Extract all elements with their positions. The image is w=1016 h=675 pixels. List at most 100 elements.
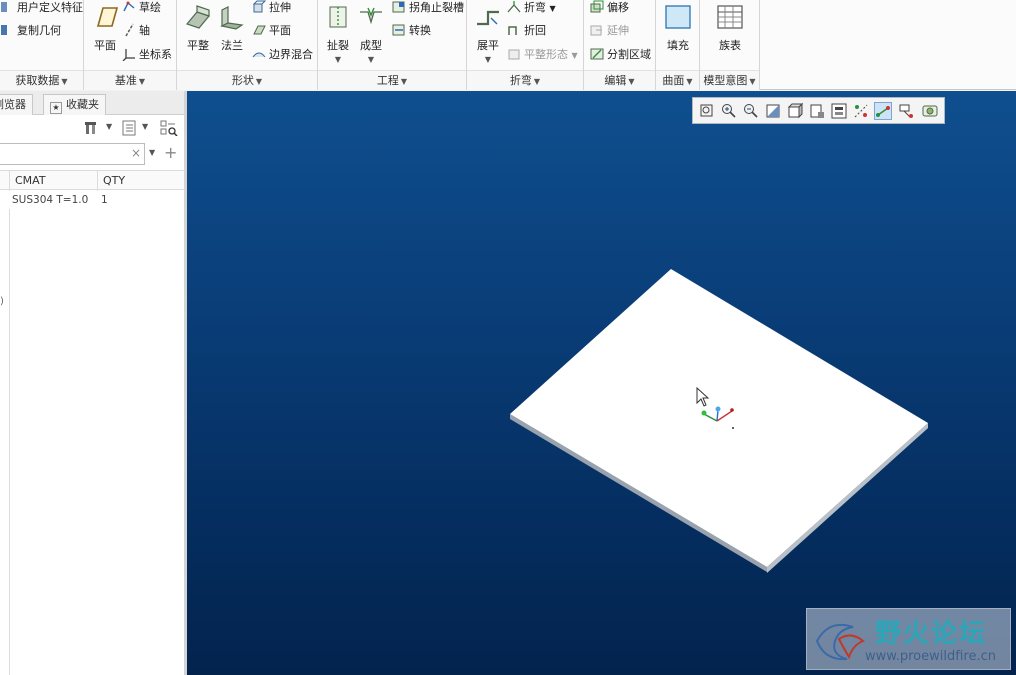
show-list-icon[interactable] (121, 120, 137, 136)
family-table-icon (716, 4, 744, 32)
sketch-button[interactable]: 草绘 (122, 0, 161, 18)
dropdown-arrow-icon: ▼ (549, 4, 556, 13)
dropdown-arrow-icon: ▼ (61, 77, 68, 86)
dropdown-arrow-icon: ▼ (138, 77, 146, 86)
axis-icon (122, 23, 136, 37)
flange-icon (218, 4, 246, 32)
dropdown-arrow-icon: ▼ (628, 77, 635, 86)
family-table-button[interactable]: 族表 (711, 4, 749, 53)
bend-back-icon (507, 23, 521, 37)
left-scrollbar-edge[interactable] (9, 209, 10, 675)
chevron-down-icon[interactable]: ▼ (149, 148, 155, 157)
copy-geometry-button[interactable]: 复制几何 (0, 21, 61, 41)
form-button[interactable]: 成型 ▼ (352, 4, 390, 64)
group-editing: 偏移 延伸 分割区域 编辑 ▼ (584, 0, 656, 90)
watermark-url: www.proewildfire.cn (865, 649, 996, 664)
unbend-button[interactable]: 展平 ▼ (469, 4, 507, 64)
group-bends: 展平 ▼ 折弯 ▼ 折回 平整形态 ▼ 折弯 ▼ (467, 0, 584, 90)
dropdown-arrow-icon: ▼ (571, 51, 578, 60)
chevron-down-icon[interactable]: ▼ (142, 122, 148, 131)
coordinate-system-icon (122, 47, 136, 62)
group-surfaces: 填充 曲面 ▼ (656, 0, 700, 90)
clipped-tree-text: ) (0, 296, 4, 307)
search-row: × ▼ + (0, 143, 184, 167)
panel-tabs: 浏览器 ★收藏夹 (0, 91, 184, 115)
group-datum-label[interactable]: 基准 ▼ (84, 70, 176, 90)
bend-button[interactable]: 折弯 ▼ (507, 0, 556, 18)
ribbon: 用户定义特征 复制几何 获取数据 ▼ 平面 草绘 轴 坐标系 基准 ▼ 平整 法兰 (0, 0, 1016, 90)
datum-plane-button[interactable]: 平面 (86, 4, 124, 53)
panel-toolbar: ▼ ▼ (0, 117, 184, 141)
table-row[interactable]: SUS304 T=1.0 1 (0, 191, 184, 209)
sheet-top-face (510, 269, 928, 567)
extend-button[interactable]: 延伸 (590, 21, 629, 41)
settings-tools-icon[interactable] (84, 120, 100, 136)
bend-back-button[interactable]: 折回 (507, 21, 546, 41)
cell-qty: 1 (101, 194, 108, 206)
group-get-data: 用户定义特征 复制几何 获取数据 ▼ (0, 0, 84, 90)
watermark-title: 野火论坛 (875, 619, 988, 649)
dropdown-arrow-icon: ▼ (400, 77, 408, 86)
corner-relief-icon (392, 0, 406, 14)
group-shapes-label[interactable]: 形状 ▼ (177, 70, 317, 90)
group-bends-label[interactable]: 折弯 ▼ (467, 70, 583, 90)
group-engineering-label[interactable]: 工程 ▼ (318, 70, 466, 90)
cell-cmat: SUS304 T=1.0 (12, 194, 89, 206)
group-surfaces-label[interactable]: 曲面 ▼ (656, 70, 699, 90)
sheet-metal-part[interactable] (187, 91, 1016, 675)
bend-icon (507, 0, 521, 14)
extrude-button[interactable]: 拉伸 (252, 0, 291, 18)
form-icon (357, 4, 385, 32)
favorites-star-icon: ★ (50, 102, 62, 114)
flat-pattern-button[interactable]: 平整形态 ▼ (507, 45, 578, 65)
unbend-icon (474, 4, 502, 32)
fill-button[interactable]: 填充 (659, 4, 697, 53)
axis-button[interactable]: 轴 (122, 21, 150, 41)
boundary-blend-button[interactable]: 边界混合 (252, 45, 313, 65)
search-input[interactable] (0, 143, 145, 165)
group-editing-label[interactable]: 编辑 ▼ (584, 70, 655, 90)
add-icon[interactable]: + (164, 143, 177, 162)
group-model-intent: 族表 模型意图 ▼ (700, 0, 760, 90)
copy-geometry-icon (0, 23, 14, 37)
conversion-button[interactable]: 转换 (392, 21, 431, 41)
offset-icon (590, 0, 604, 14)
planar-icon (252, 23, 266, 37)
planar-button[interactable]: 平面 (252, 21, 291, 41)
extrude-icon (252, 0, 267, 14)
tab-browser[interactable]: 浏览器 (0, 94, 33, 115)
watermark: 野火论坛 www.proewildfire.cn (806, 608, 1011, 670)
group-shapes: 平整 法兰 拉伸 平面 边界混合 形状 ▼ (177, 0, 318, 90)
flat-wall-button[interactable]: 平整 (179, 4, 217, 53)
chevron-down-icon[interactable]: ▼ (106, 122, 112, 131)
flat-pattern-icon (507, 47, 521, 61)
column-header: CMAT QTY (0, 170, 184, 191)
coordinate-system-button[interactable]: 坐标系 (122, 45, 172, 65)
offset-button[interactable]: 偏移 (590, 0, 629, 18)
tree-filter-icon[interactable] (160, 120, 178, 137)
group-get-data-label[interactable]: 获取数据 ▼ (0, 70, 83, 90)
graphics-viewport[interactable] (187, 91, 1016, 675)
flat-wall-icon (184, 4, 212, 32)
dropdown-arrow-icon: ▼ (686, 77, 693, 86)
group-model-intent-label[interactable]: 模型意图 ▼ (700, 70, 759, 90)
forum-logo-icon (815, 623, 865, 661)
model-tree-panel: 浏览器 ★收藏夹 ▼ ▼ × ▼ + CMAT QTY SUS304 T=1.0… (0, 91, 187, 675)
user-defined-feature-button[interactable]: 用户定义特征 (0, 0, 83, 18)
tab-favorites[interactable]: ★ 收藏夹 (43, 94, 106, 115)
dropdown-arrow-icon: ▼ (484, 55, 492, 64)
column-qty[interactable]: QTY (97, 171, 184, 191)
udf-icon (0, 0, 14, 14)
boundary-blend-icon (252, 47, 266, 61)
column-cmat[interactable]: CMAT (9, 171, 97, 191)
close-icon[interactable]: × (131, 146, 141, 160)
flange-button[interactable]: 法兰 (213, 4, 251, 53)
split-area-button[interactable]: 分割区域 (590, 45, 651, 65)
extend-icon (590, 23, 604, 37)
group-engineering: 扯裂 ▼ 成型 ▼ 拐角止裂槽 转换 工程 ▼ (318, 0, 467, 90)
plane-icon (91, 4, 119, 32)
dropdown-arrow-icon: ▼ (367, 55, 375, 64)
dropdown-arrow-icon: ▼ (533, 77, 541, 86)
group-datum: 平面 草绘 轴 坐标系 基准 ▼ (84, 0, 177, 90)
corner-relief-button[interactable]: 拐角止裂槽 (392, 0, 464, 18)
